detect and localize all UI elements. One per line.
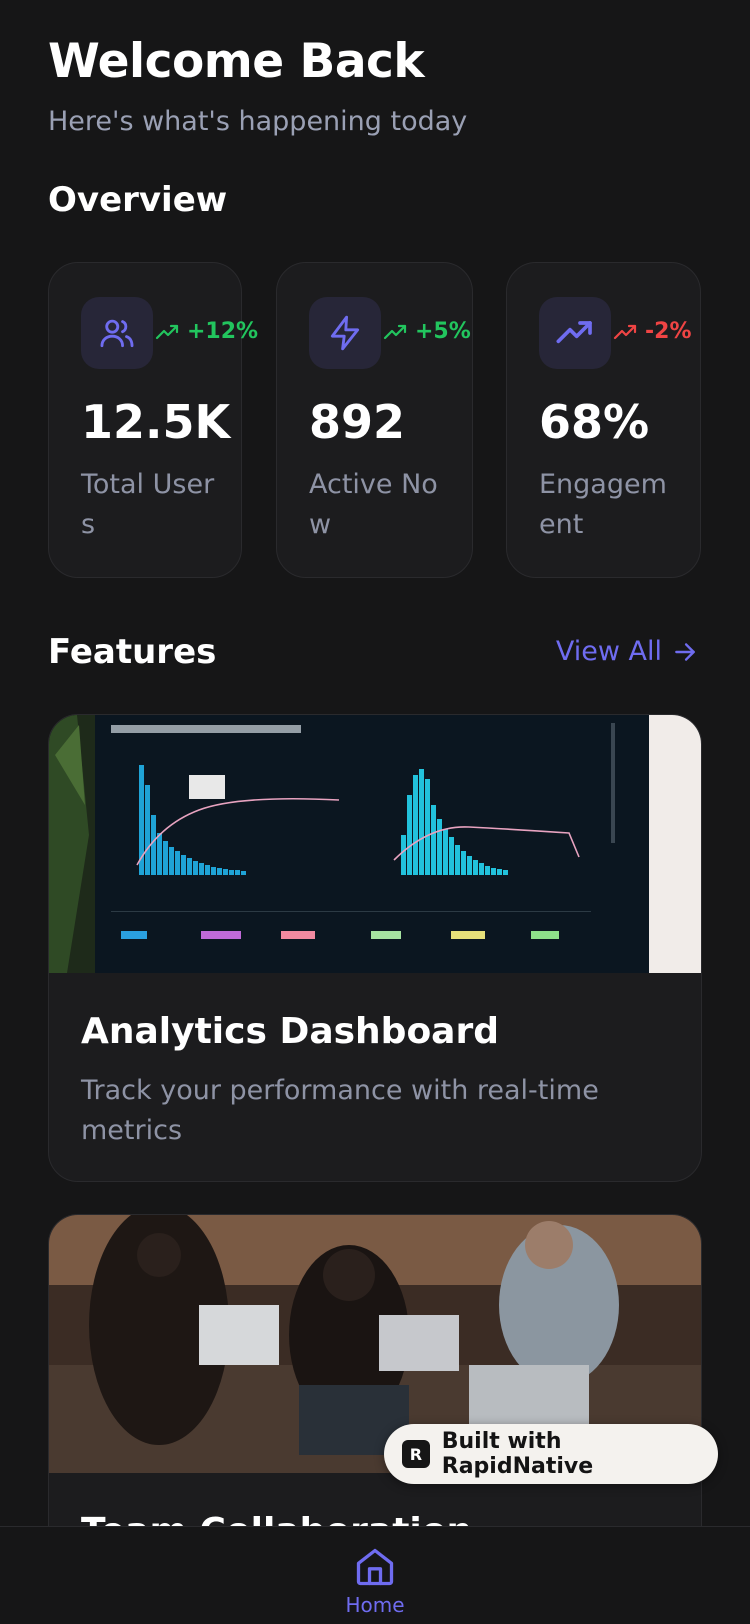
stat-card-active-now[interactable]: +5% 892 Active Now <box>276 262 473 578</box>
lightning-icon <box>309 297 381 369</box>
trend-indicator: +12% <box>155 319 258 344</box>
features-heading: Features <box>48 632 217 672</box>
page-title: Welcome Back <box>48 34 425 89</box>
feature-card-analytics[interactable]: Analytics Dashboard Track your performan… <box>48 714 702 1182</box>
home-icon <box>356 1548 394 1586</box>
trending-up-icon <box>539 297 611 369</box>
view-all-link[interactable]: View All <box>556 636 698 667</box>
page-subtitle: Here's what's happening today <box>48 106 468 137</box>
feature-title: Analytics Dashboard <box>81 1011 499 1052</box>
trend-down-icon <box>613 324 637 339</box>
analytics-dashboard-image <box>49 715 701 973</box>
users-icon <box>81 297 153 369</box>
trend-up-icon <box>383 324 407 339</box>
stat-label: Total Users <box>81 469 215 540</box>
trend-indicator: -2% <box>613 319 691 344</box>
built-with-badge[interactable]: R Built with RapidNative <box>384 1424 718 1484</box>
trend-indicator: +5% <box>383 319 471 344</box>
feature-description: Track your performance with real-time me… <box>81 1075 599 1146</box>
bottom-tab-bar: Home <box>0 1526 750 1624</box>
rapidnative-logo-icon: R <box>402 1440 430 1468</box>
stat-value: 12.5K <box>81 395 231 449</box>
stat-value: 892 <box>309 395 406 449</box>
overview-heading: Overview <box>48 180 228 220</box>
trend-up-icon <box>155 324 179 339</box>
stat-label: Engagement <box>539 469 667 540</box>
stat-card-total-users[interactable]: +12% 12.5K Total Users <box>48 262 258 578</box>
arrow-right-icon <box>675 642 695 661</box>
stat-value: 68% <box>539 395 650 449</box>
home-screen: Welcome Back Here's what's happening tod… <box>0 0 750 1526</box>
feature-title: Team Collaboration <box>81 1511 472 1526</box>
stat-label: Active Now <box>309 469 438 540</box>
stat-card-engagement[interactable]: -2% 68% Engagement <box>506 262 701 578</box>
tab-home[interactable]: Home <box>339 1545 411 1617</box>
